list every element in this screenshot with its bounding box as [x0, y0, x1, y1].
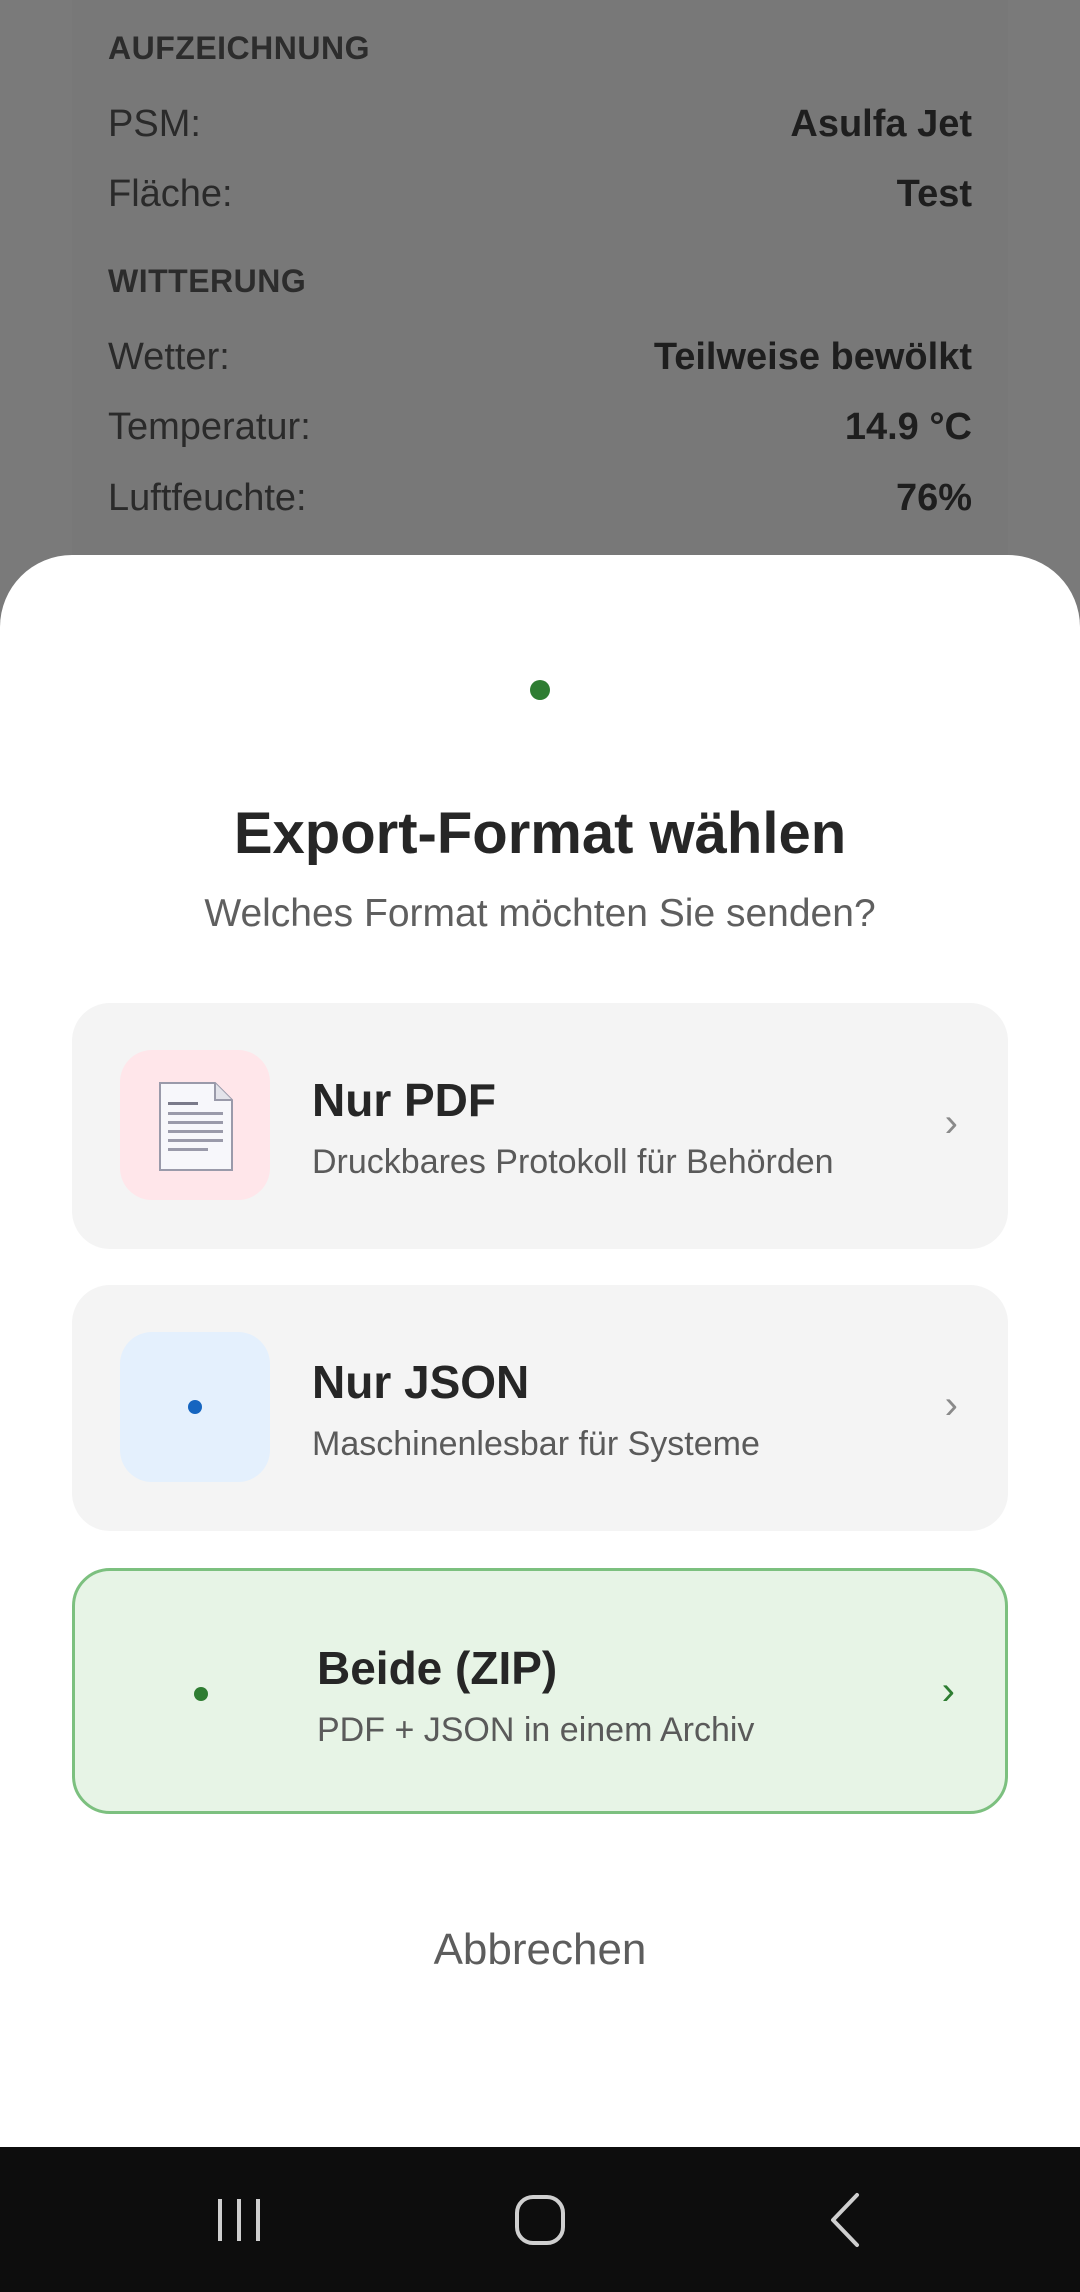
option-title: Nur PDF: [312, 1074, 496, 1126]
sheet-handle-dot[interactable]: [530, 680, 550, 700]
row-temperatur: Temperatur: 14.9 °C: [108, 406, 972, 456]
row-label: Luftfeuchte:: [108, 477, 307, 519]
option-zip[interactable]: Beide (ZIP) PDF + JSON in einem Archiv ›: [72, 1568, 1008, 1814]
option-pdf[interactable]: Nur PDF Druckbares Protokoll für Behörde…: [72, 1003, 1008, 1249]
green-dot-icon: [194, 1687, 208, 1701]
system-nav-bar: [0, 2147, 1080, 2292]
section-heading-weather: WITTERUNG: [108, 263, 307, 299]
cancel-button[interactable]: Abbrechen: [0, 1925, 1080, 1975]
row-label: Wetter:: [108, 336, 230, 378]
row-value: Test: [896, 173, 972, 215]
option-description: Maschinenlesbar für Systeme: [312, 1425, 760, 1463]
row-wetter: Wetter: Teilweise bewölkt: [108, 336, 972, 386]
row-luftfeuchte: Luftfeuchte: 76%: [108, 477, 972, 527]
chevron-right-icon: ›: [944, 1383, 958, 1427]
pdf-icon-tile: [120, 1050, 270, 1200]
zip-icon-tile: [123, 1618, 273, 1768]
sheet-subtitle: Welches Format möchten Sie senden?: [204, 892, 876, 935]
row-label: Temperatur:: [108, 406, 311, 448]
option-json[interactable]: Nur JSON Maschinenlesbar für Systeme ›: [72, 1285, 1008, 1531]
home-icon[interactable]: [510, 2189, 570, 2249]
document-icon: [159, 1082, 233, 1171]
blue-dot-icon: [188, 1400, 202, 1414]
row-value: 14.9 °C: [844, 406, 972, 448]
row-psm: PSM: Asulfa Jet: [108, 103, 972, 153]
option-title: Nur JSON: [312, 1356, 530, 1408]
option-description: Druckbares Protokoll für Behörden: [312, 1143, 834, 1181]
row-value: Asulfa Jet: [790, 103, 972, 145]
recent-apps-icon[interactable]: [210, 2189, 270, 2249]
section-heading-recording: AUFZEICHNUNG: [108, 30, 370, 66]
row-value: 76%: [895, 477, 972, 519]
option-title: Beide (ZIP): [317, 1642, 558, 1694]
sheet-title: Export-Format wählen: [233, 801, 847, 866]
chevron-right-icon: ›: [944, 1101, 958, 1145]
row-value: Teilweise bewölkt: [653, 336, 972, 378]
option-description: PDF + JSON in einem Archiv: [317, 1711, 755, 1749]
chevron-right-icon: ›: [941, 1669, 955, 1713]
export-format-sheet: Export-Format wählen Welches Format möch…: [0, 555, 1080, 2147]
back-icon[interactable]: [815, 2189, 875, 2249]
row-label: Fläche:: [108, 173, 233, 215]
row-flaeche: Fläche: Test: [108, 173, 972, 223]
json-icon-tile: [120, 1332, 270, 1482]
row-label: PSM:: [108, 103, 201, 145]
